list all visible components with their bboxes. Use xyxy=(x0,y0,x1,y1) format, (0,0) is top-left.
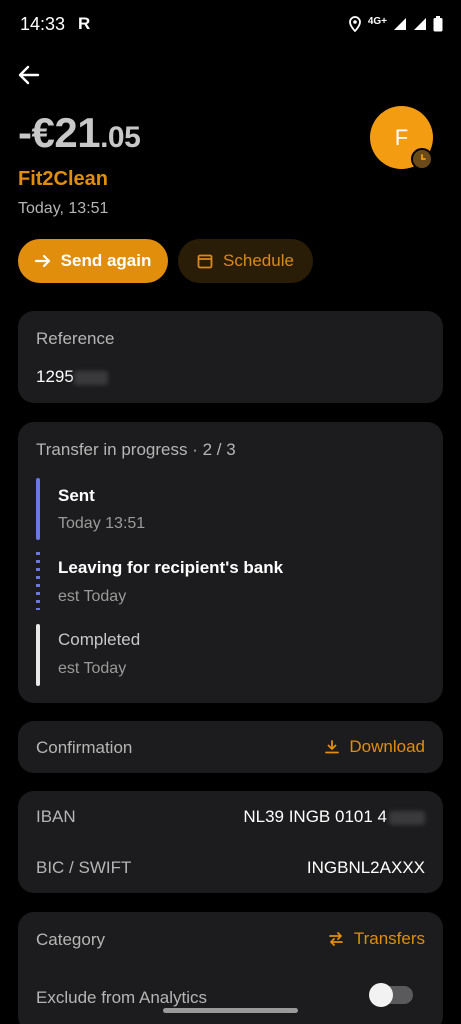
download-button[interactable]: Download xyxy=(325,737,425,757)
transfer-progress-card: Transfer in progress · 2 / 3 Sent Today … xyxy=(18,422,443,703)
home-indicator[interactable] xyxy=(163,1008,298,1013)
step-title-sent: Sent xyxy=(58,486,95,505)
category-label: Category xyxy=(36,930,105,949)
step-bar-sent xyxy=(36,478,40,540)
reference-card: Reference 1295 xyxy=(18,311,443,403)
iban-value[interactable]: NL39 INGB 0101 4 xyxy=(243,807,425,829)
swap-arrows-icon xyxy=(328,932,343,946)
confirmation-label: Confirmation xyxy=(36,738,133,757)
send-again-label: Send again xyxy=(60,251,152,270)
transaction-datetime: Today, 13:51 xyxy=(18,200,109,217)
step-title-completed: Completed xyxy=(58,630,141,649)
send-again-button[interactable]: Send again xyxy=(18,239,168,283)
download-label: Download xyxy=(349,737,425,756)
redacted-block xyxy=(389,810,425,825)
download-icon xyxy=(325,740,340,754)
reference-label: Reference xyxy=(36,329,115,348)
status-icons: 4G+ xyxy=(348,14,443,34)
calendar-icon xyxy=(197,254,213,269)
battery-icon xyxy=(433,16,443,32)
merchant-name[interactable]: Fit2Clean xyxy=(18,168,108,191)
arrow-right-icon xyxy=(34,254,50,268)
category-button[interactable]: Transfers xyxy=(328,929,425,949)
exclude-analytics-label: Exclude from Analytics xyxy=(36,988,208,1007)
step-subtitle-sent: Today 13:51 xyxy=(58,515,146,532)
progress-title: Transfer in progress · 2 / 3 xyxy=(36,440,236,459)
step-subtitle-completed: est Today xyxy=(58,660,127,677)
schedule-label: Schedule xyxy=(223,251,294,270)
location-icon xyxy=(348,16,361,32)
signal-icon-2 xyxy=(414,18,426,30)
redacted-block xyxy=(73,370,108,385)
bank-details-card: IBAN NL39 INGB 0101 4 BIC / SWIFT INGBNL… xyxy=(18,791,443,893)
step-subtitle-leaving: est Today xyxy=(58,588,127,605)
arrow-left-icon[interactable] xyxy=(16,62,42,88)
toggle-knob xyxy=(369,983,393,1007)
confirmation-card: Confirmation Download xyxy=(18,721,443,773)
transaction-amount: -€21.05 xyxy=(18,109,141,156)
step-bar-completed xyxy=(36,624,40,686)
avatar-letter: F xyxy=(394,124,409,150)
network-type: 4G+ xyxy=(367,15,387,27)
carrier-glyph: R xyxy=(78,14,91,33)
status-time: 14:33 xyxy=(20,14,66,34)
amount-cents: .05 xyxy=(100,121,141,154)
signal-icon xyxy=(394,18,406,30)
step-title-leaving: Leaving for recipient's bank xyxy=(58,558,284,577)
schedule-button[interactable]: Schedule xyxy=(178,239,313,283)
category-value: Transfers xyxy=(353,929,425,948)
reference-value: 1295 xyxy=(36,367,108,387)
bic-value[interactable]: INGBNL2AXXX xyxy=(307,858,425,880)
clock-icon xyxy=(411,148,433,170)
iban-label: IBAN xyxy=(36,807,76,826)
iban-row: IBAN NL39 INGB 0101 4 xyxy=(36,807,425,829)
iban-number: NL39 INGB 0101 4 xyxy=(243,807,387,826)
step-bar-leaving xyxy=(36,552,40,610)
bic-row: BIC / SWIFT INGBNL2AXXX xyxy=(36,858,425,880)
amount-main: -€21 xyxy=(18,109,101,156)
exclude-analytics-toggle[interactable] xyxy=(369,983,413,1007)
reference-number: 1295 xyxy=(36,367,74,386)
bic-label: BIC / SWIFT xyxy=(36,858,132,877)
status-bar: 14:33 R 4G+ xyxy=(0,0,461,48)
